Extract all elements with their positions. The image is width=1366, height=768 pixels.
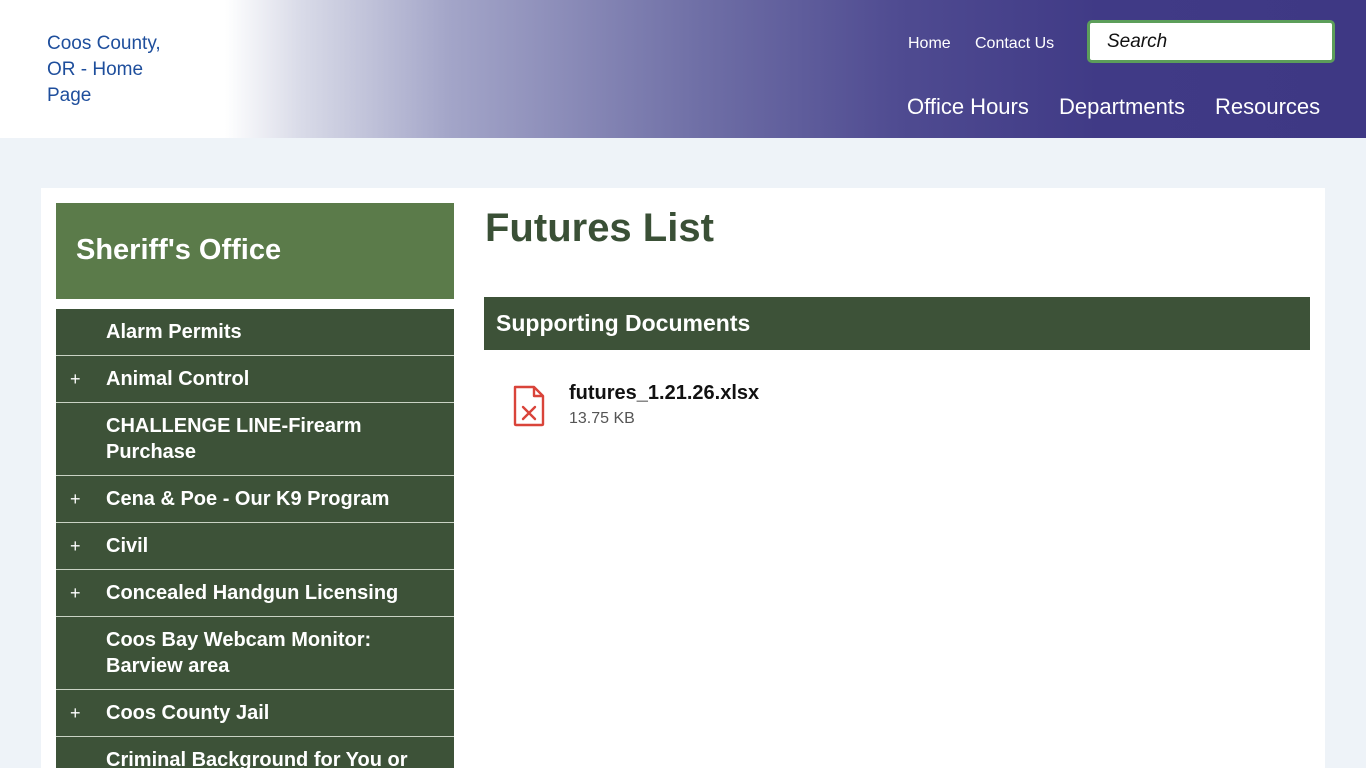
site-header: Coos County, OR - Home Page Home Contact… [0, 0, 1366, 138]
sidebar-item-concealed-handgun[interactable]: + Concealed Handgun Licensing [56, 570, 454, 617]
contact-us-link[interactable]: Contact Us [975, 35, 1054, 53]
home-link[interactable]: Home [908, 35, 951, 53]
sidebar-item-label: Coos County Jail [106, 702, 270, 724]
expand-plus-icon[interactable]: + [70, 533, 81, 559]
sidebar-item-alarm-permits[interactable]: Alarm Permits [56, 309, 454, 356]
expand-plus-icon[interactable]: + [70, 486, 81, 512]
nav-office-hours[interactable]: Office Hours [907, 95, 1029, 119]
sidebar-title[interactable]: Sheriff's Office [76, 234, 281, 266]
sidebar-item-challenge-line[interactable]: CHALLENGE LINE-Firearm Purchase [56, 403, 454, 476]
sidebar-item-county-jail[interactable]: + Coos County Jail [56, 690, 454, 737]
expand-plus-icon[interactable]: + [70, 700, 81, 726]
excel-file-icon[interactable] [512, 385, 546, 427]
sidebar-item-k9-program[interactable]: + Cena & Poe - Our K9 Program [56, 476, 454, 523]
expand-plus-icon[interactable]: + [70, 366, 81, 392]
nav-resources[interactable]: Resources [1215, 95, 1320, 119]
sidebar-item-label: Criminal Background for You or [106, 749, 408, 768]
sidebar-item-label: Cena & Poe - Our K9 Program [106, 488, 390, 510]
supporting-documents-header: Supporting Documents [484, 297, 1310, 350]
sidebar-item-criminal-background[interactable]: Criminal Background for You or [56, 737, 454, 768]
sidebar-item-civil[interactable]: + Civil [56, 523, 454, 570]
document-link[interactable]: futures_1.21.26.xlsx [569, 381, 759, 405]
sidebar-item-label: Alarm Permits [106, 321, 242, 343]
sidebar-item-webcam[interactable]: Coos Bay Webcam Monitor: Barview area [56, 617, 454, 690]
document-size: 13.75 KB [569, 410, 635, 427]
expand-plus-icon[interactable]: + [70, 580, 81, 606]
search-input[interactable]: Search [1087, 20, 1335, 63]
sidebar-item-animal-control[interactable]: + Animal Control [56, 356, 454, 403]
page-title: Futures List [485, 206, 714, 250]
sidebar-item-label: Concealed Handgun Licensing [106, 582, 399, 604]
sidebar-nav: Alarm Permits + Animal Control CHALLENGE… [56, 309, 454, 768]
sidebar-header: Sheriff's Office [56, 203, 454, 299]
nav-departments[interactable]: Departments [1059, 95, 1185, 119]
search-placeholder: Search [1107, 31, 1168, 52]
sidebar-item-label: Animal Control [106, 368, 250, 390]
sidebar-item-label: CHALLENGE LINE-Firearm Purchase [106, 415, 362, 463]
sidebar-item-label: Civil [106, 535, 149, 557]
sidebar-item-label: Coos Bay Webcam Monitor: Barview area [106, 629, 372, 677]
home-logo-link[interactable]: Coos County, OR - Home Page [47, 31, 187, 109]
section-title: Supporting Documents [496, 310, 751, 336]
